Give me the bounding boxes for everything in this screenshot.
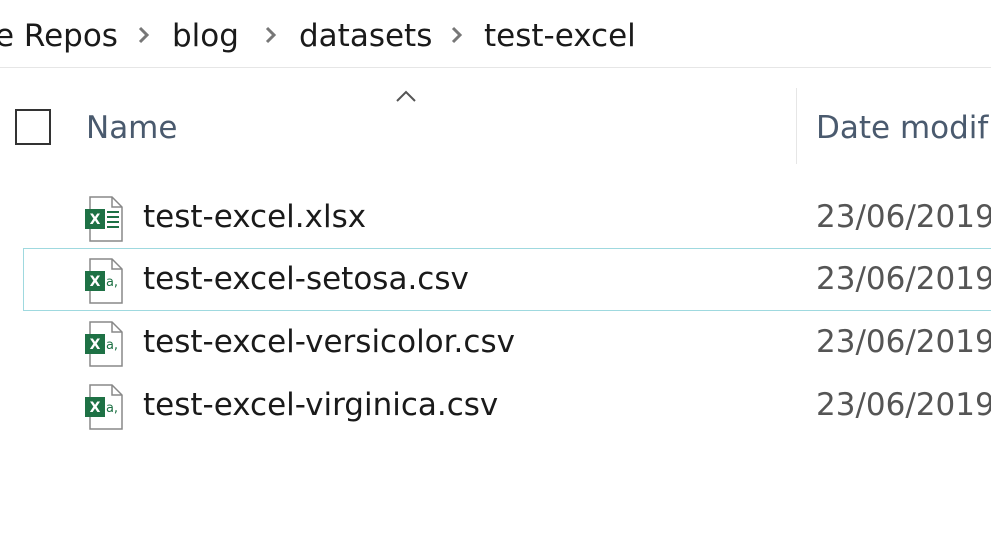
excel-csv-icon: X a,	[84, 384, 124, 430]
file-date: 23/06/2019	[816, 199, 991, 235]
breadcrumb-item-blog[interactable]: blog	[172, 16, 239, 56]
svg-text:X: X	[90, 337, 101, 353]
file-name[interactable]: test-excel.xlsx	[143, 197, 366, 237]
svg-text:X: X	[90, 400, 101, 416]
svg-text:a,: a,	[106, 275, 118, 290]
excel-xlsx-icon: X	[84, 196, 124, 242]
select-all-checkbox[interactable]	[15, 109, 51, 145]
excel-csv-icon: X a,	[84, 321, 124, 367]
svg-text:X: X	[90, 212, 101, 228]
column-header-name[interactable]: Name	[86, 108, 177, 148]
breadcrumb: e Repos blog datasets test-excel	[0, 0, 991, 68]
file-row[interactable]: X a, test-excel-setosa.csv 23/06/2019	[23, 248, 991, 311]
file-date: 23/06/2019	[816, 261, 991, 297]
column-header-date-modified[interactable]: Date modif	[816, 108, 988, 148]
svg-text:a,: a,	[106, 338, 118, 353]
breadcrumb-item-test-excel[interactable]: test-excel	[484, 16, 636, 56]
file-name[interactable]: test-excel-setosa.csv	[143, 259, 469, 299]
file-row[interactable]: X a, test-excel-versicolor.csv 23/06/201…	[23, 311, 991, 374]
chevron-right-icon[interactable]	[135, 26, 153, 44]
file-row[interactable]: X a, test-excel-virginica.csv 23/06/2019	[23, 374, 991, 437]
file-row[interactable]: X test-excel.xlsx 23/06/2019	[23, 186, 991, 249]
column-divider[interactable]	[796, 88, 797, 164]
chevron-right-icon[interactable]	[448, 26, 466, 44]
breadcrumb-item-repos[interactable]: e Repos	[0, 16, 118, 56]
sort-ascending-icon[interactable]	[395, 88, 417, 102]
file-date: 23/06/2019	[816, 387, 991, 423]
svg-text:X: X	[90, 274, 101, 290]
file-name[interactable]: test-excel-versicolor.csv	[143, 322, 515, 362]
file-name[interactable]: test-excel-virginica.csv	[143, 385, 498, 425]
chevron-right-icon[interactable]	[262, 26, 280, 44]
svg-text:a,: a,	[106, 401, 118, 416]
breadcrumb-item-datasets[interactable]: datasets	[299, 16, 432, 56]
file-date: 23/06/2019	[816, 324, 991, 360]
excel-csv-icon: X a,	[84, 258, 124, 304]
